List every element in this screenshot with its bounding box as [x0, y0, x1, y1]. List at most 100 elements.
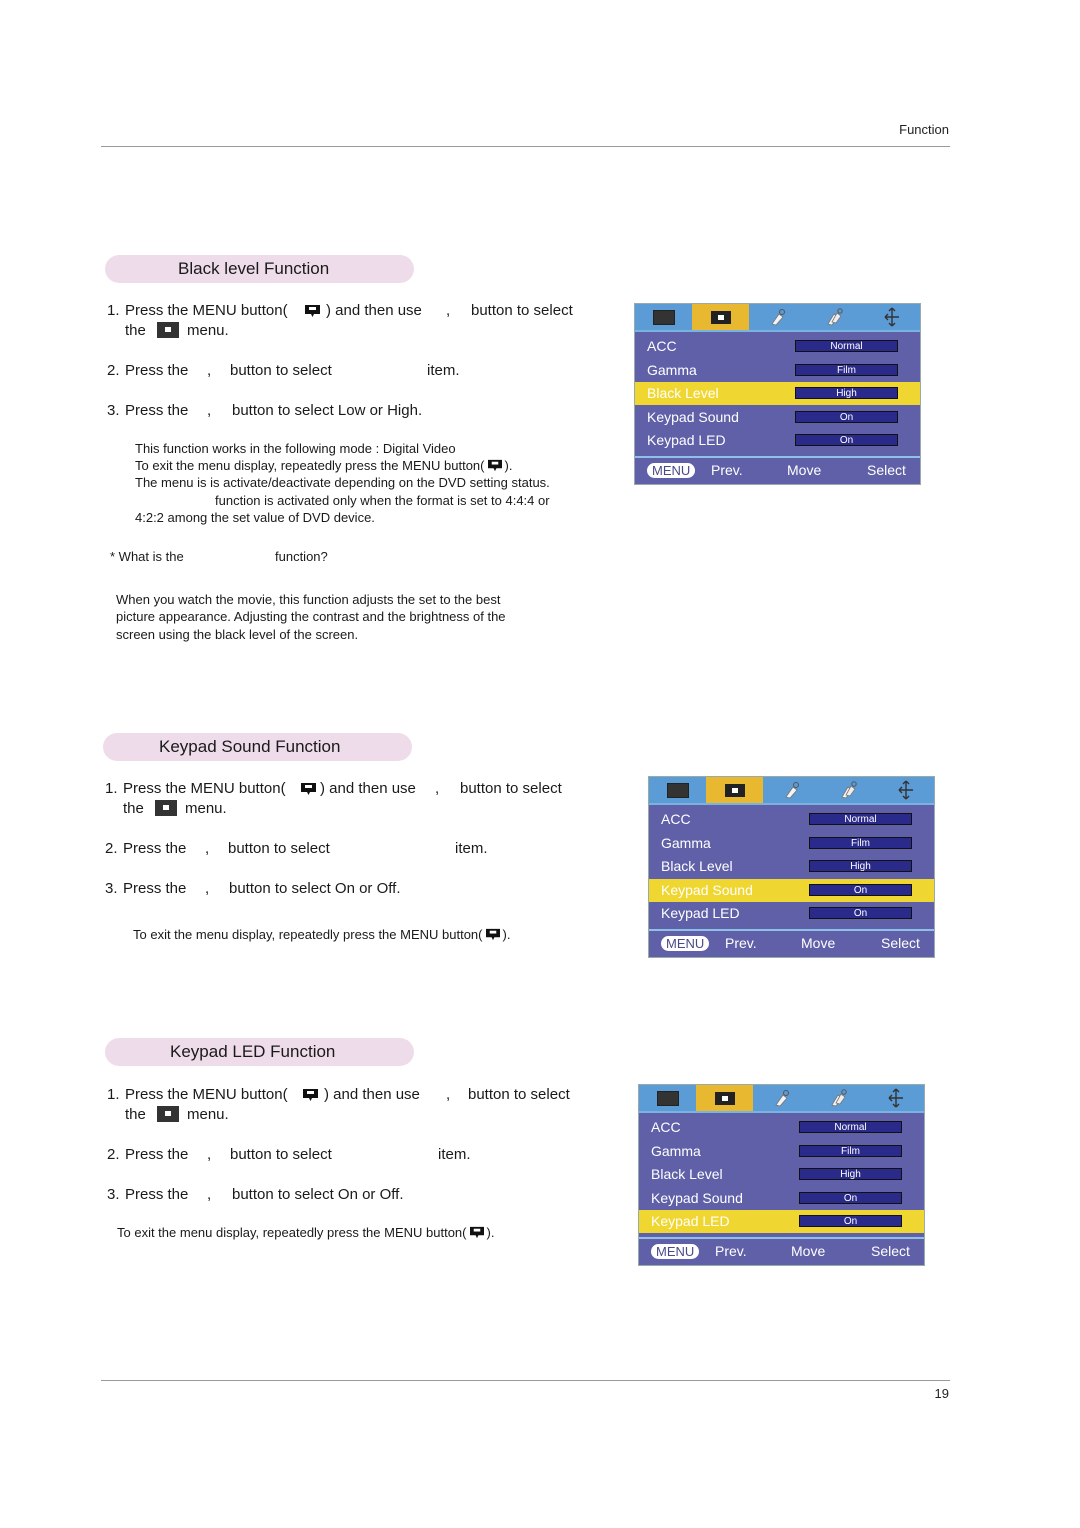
- step-text: button to select: [230, 1146, 332, 1163]
- step-number: 3.: [105, 880, 118, 897]
- step-number: 1.: [107, 302, 120, 319]
- osd-item-gamma[interactable]: Gamma Film: [649, 832, 934, 855]
- step-text: Press the: [125, 1146, 189, 1163]
- step-text: button to select: [471, 302, 573, 319]
- note-text: To exit the menu display, repeatedly pre…: [117, 1225, 467, 1240]
- osd-item-keypad-led[interactable]: Keypad LED On: [635, 429, 920, 452]
- osd-item-value: High: [799, 1168, 902, 1180]
- osd-item-value: Film: [795, 364, 898, 376]
- header-rule: [101, 146, 950, 147]
- step-2: 2. Press the , button to select item.: [105, 839, 505, 859]
- osd-item-acc[interactable]: ACC Normal: [639, 1116, 924, 1139]
- step-text: Press the: [125, 1186, 189, 1203]
- picture-menu-icon: [157, 322, 179, 338]
- step-1: 1. Press the MENU button( ) and then use…: [107, 301, 587, 321]
- osd-item-value: On: [795, 434, 898, 446]
- step-text: Press the: [123, 880, 187, 897]
- osd-item-black-level[interactable]: Black Level High: [635, 382, 920, 405]
- note-exit: To exit the menu display, repeatedly pre…: [117, 1224, 494, 1242]
- tag-tab-icon: [774, 1090, 789, 1107]
- note-exit: To exit the menu display, repeatedly pre…: [133, 926, 510, 944]
- osd-tab-move[interactable]: [867, 1085, 924, 1111]
- answer-line: screen using the black level of the scre…: [116, 627, 359, 642]
- note-mode: This function works in the following mod…: [135, 441, 456, 456]
- osd-tab-move[interactable]: [877, 777, 934, 803]
- osd-item-value: High: [795, 387, 898, 399]
- osd-tab-screen[interactable]: [639, 1085, 696, 1111]
- step-text: Press the MENU button(: [125, 302, 288, 319]
- menu-button-icon: [485, 928, 500, 941]
- osd-tab-picture[interactable]: [696, 1085, 753, 1111]
- note-dvd-device: 4:2:2 among the set value of DVD device.: [135, 510, 375, 525]
- osd-item-keypad-sound[interactable]: Keypad Sound On: [639, 1187, 924, 1210]
- step-text: Press the MENU button(: [125, 1086, 288, 1103]
- osd-item-acc[interactable]: ACC Normal: [649, 808, 934, 831]
- step-3: 3. Press the , button to select On or Of…: [105, 879, 505, 899]
- osd-tab-move[interactable]: [863, 304, 920, 330]
- osd-item-value: Film: [809, 837, 912, 849]
- note-exit: To exit the menu display, repeatedly pre…: [135, 457, 512, 475]
- osd-item-black-level[interactable]: Black Level High: [639, 1163, 924, 1186]
- menu-button-icon: [301, 783, 316, 795]
- answer-line: When you watch the movie, this function …: [116, 592, 501, 607]
- step-text: button to select: [460, 780, 562, 797]
- osd-item-value: Film: [799, 1145, 902, 1157]
- osd-footer-select: Select: [867, 462, 906, 478]
- osd-tab-multi-tag[interactable]: [810, 1085, 867, 1111]
- menu-button-icon: [487, 459, 502, 472]
- osd-tab-screen[interactable]: [635, 304, 692, 330]
- step-text: ,: [207, 1186, 212, 1203]
- section-title-text: Keypad LED Function: [170, 1042, 336, 1061]
- picture-tab-icon: [714, 1091, 735, 1105]
- osd-item-keypad-sound[interactable]: Keypad Sound On: [635, 406, 920, 429]
- screen-tab-icon: [666, 782, 689, 798]
- osd-item-label: Keypad LED: [651, 1213, 730, 1229]
- osd-item-label: Black Level: [651, 1166, 723, 1182]
- move-tab-icon: [898, 780, 913, 800]
- osd-menu-pill: MENU: [651, 1244, 700, 1259]
- osd-tab-bar: [639, 1085, 924, 1113]
- osd-tab-multi-tag[interactable]: [820, 777, 877, 803]
- move-tab-icon: [884, 307, 899, 327]
- osd-tab-tag[interactable]: [753, 1085, 810, 1111]
- osd-item-label: Keypad LED: [647, 432, 726, 448]
- step-text: ) and then use: [326, 302, 422, 319]
- osd-item-value: Normal: [799, 1121, 902, 1133]
- osd-item-keypad-sound[interactable]: Keypad Sound On: [649, 879, 934, 902]
- osd-tab-picture[interactable]: [706, 777, 763, 803]
- osd-item-keypad-led[interactable]: Keypad LED On: [649, 902, 934, 925]
- osd-footer-prev: Prev.: [725, 935, 757, 951]
- osd-footer: MENU Prev. Move Select: [639, 1237, 924, 1265]
- osd-tab-screen[interactable]: [649, 777, 706, 803]
- step-2: 2. Press the , button to select item.: [107, 361, 507, 381]
- note-dvd-status: The menu is is activate/deactivate depen…: [135, 475, 550, 490]
- osd-item-acc[interactable]: ACC Normal: [635, 335, 920, 358]
- step-text: Press the: [125, 362, 189, 379]
- osd-tab-multi-tag[interactable]: [806, 304, 863, 330]
- osd-item-gamma[interactable]: Gamma Film: [635, 359, 920, 382]
- step-number: 2.: [105, 840, 118, 857]
- osd-tab-tag[interactable]: [749, 304, 806, 330]
- osd-item-value: Normal: [809, 813, 912, 825]
- note-text: To exit the menu display, repeatedly pre…: [133, 927, 483, 942]
- osd-item-label: ACC: [651, 1119, 681, 1135]
- osd-item-value: On: [799, 1215, 902, 1227]
- osd-item-keypad-led[interactable]: Keypad LED On: [639, 1210, 924, 1233]
- osd-item-value: High: [809, 860, 912, 872]
- osd-footer-move: Move: [791, 1243, 826, 1259]
- step-text: ,: [207, 402, 212, 419]
- step-text: ) and then use: [320, 780, 416, 797]
- tag-tab-icon: [784, 782, 799, 799]
- osd-item-black-level[interactable]: Black Level High: [649, 855, 934, 878]
- osd-menu-pill: MENU: [647, 463, 696, 478]
- section-title-text: Black level Function: [178, 259, 330, 278]
- osd-tab-picture[interactable]: [692, 304, 749, 330]
- step-text: the: [123, 800, 144, 817]
- osd-tab-tag[interactable]: [763, 777, 820, 803]
- osd-item-gamma[interactable]: Gamma Film: [639, 1140, 924, 1163]
- question-prefix: * What is the: [110, 549, 184, 564]
- picture-tab-icon: [724, 783, 745, 797]
- answer-line: picture appearance. Adjusting the contra…: [116, 609, 506, 624]
- osd-footer-prev: Prev.: [715, 1243, 747, 1259]
- screen-tab-icon: [656, 1090, 679, 1106]
